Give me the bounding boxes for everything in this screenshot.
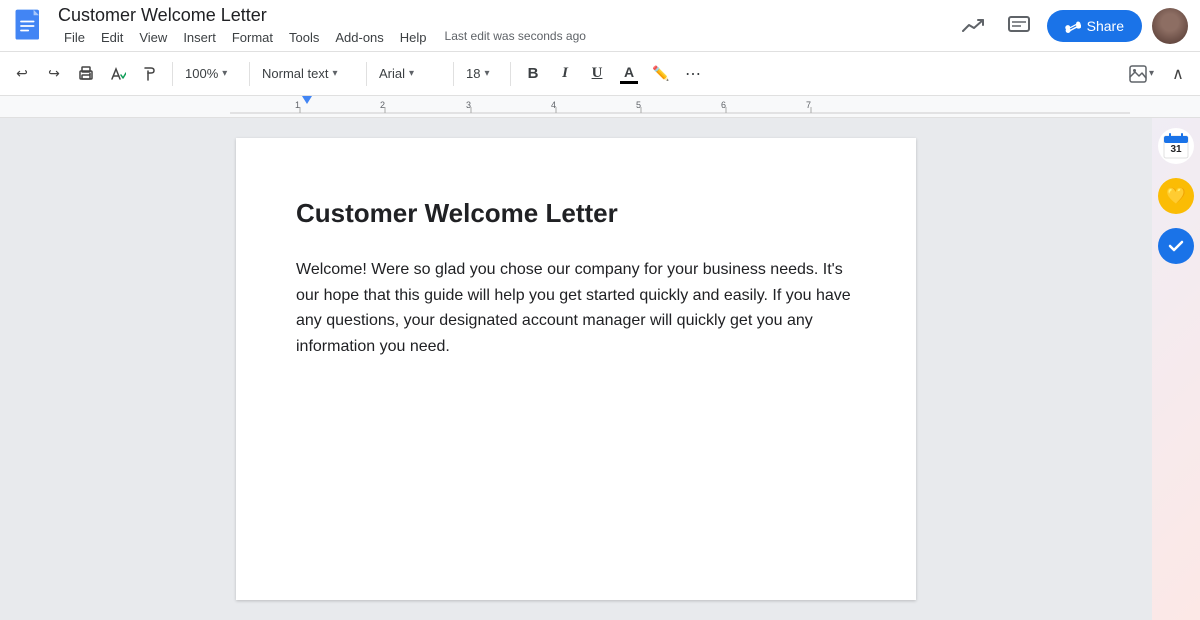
toolbar: ↩ ↪ 100% ▾ Normal text ▾: [0, 52, 1200, 96]
svg-text:31: 31: [1170, 144, 1182, 155]
menu-file[interactable]: File: [58, 28, 91, 47]
share-button[interactable]: Share: [1047, 10, 1142, 42]
menu-edit[interactable]: Edit: [95, 28, 129, 47]
avatar-image: [1152, 8, 1188, 44]
italic-button[interactable]: I: [551, 60, 579, 88]
highlight-label: ✏️: [652, 65, 669, 82]
doc-title[interactable]: Customer Welcome Letter: [58, 5, 945, 26]
page-area: Customer Welcome Letter Welcome! Were so…: [0, 118, 1152, 620]
main-area: Customer Welcome Letter Welcome! Were so…: [0, 118, 1200, 620]
share-label: Share: [1087, 18, 1124, 34]
svg-text:7: 7: [806, 100, 811, 110]
divider-2: [249, 62, 250, 86]
font-size-value: 18: [466, 66, 480, 81]
spellcheck-button[interactable]: [104, 60, 132, 88]
ruler-content: 1 2 3 4 5 6 7: [0, 96, 1200, 115]
toolbar-right: ▾ ∧: [1123, 60, 1192, 88]
comment-icon[interactable]: [1001, 8, 1037, 44]
ruler-svg: 1 2 3 4 5 6 7: [230, 96, 1130, 115]
title-info: Customer Welcome Letter File Edit View I…: [58, 5, 945, 47]
divider-1: [172, 62, 173, 86]
menu-format[interactable]: Format: [226, 28, 279, 47]
menu-help[interactable]: Help: [394, 28, 433, 47]
font-size-select[interactable]: 18 ▾: [462, 62, 502, 85]
divider-3: [366, 62, 367, 86]
calendar-icon[interactable]: 31: [1158, 128, 1194, 164]
zoom-select[interactable]: 100% ▾: [181, 62, 241, 85]
trend-icon[interactable]: [955, 8, 991, 44]
style-select[interactable]: Normal text ▾: [258, 62, 358, 85]
app-icon: [12, 8, 48, 44]
svg-text:2: 2: [380, 100, 385, 110]
font-chevron: ▾: [409, 68, 414, 79]
menu-insert[interactable]: Insert: [177, 28, 222, 47]
svg-text:4: 4: [551, 100, 556, 110]
font-select[interactable]: Arial ▾: [375, 62, 445, 85]
divider-5: [510, 62, 511, 86]
style-chevron: ▾: [332, 68, 337, 79]
svg-text:1: 1: [295, 100, 300, 110]
size-chevron: ▾: [484, 68, 489, 79]
more-options-button[interactable]: ⋯: [679, 60, 707, 88]
title-bar-right: Share: [955, 8, 1188, 44]
svg-text:6: 6: [721, 100, 726, 110]
image-options-button[interactable]: ▾: [1123, 61, 1160, 87]
document-body[interactable]: Welcome! Were so glad you chose our comp…: [296, 257, 856, 359]
tasks-icon[interactable]: [1158, 228, 1194, 264]
menu-tools[interactable]: Tools: [283, 28, 325, 47]
underline-button[interactable]: U: [583, 60, 611, 88]
title-bar: Customer Welcome Letter File Edit View I…: [0, 0, 1200, 52]
svg-text:5: 5: [636, 100, 641, 110]
ruler-triangle: [302, 96, 312, 104]
menu-addons[interactable]: Add-ons: [329, 28, 389, 47]
zoom-chevron: ▾: [222, 68, 227, 79]
menu-view[interactable]: View: [133, 28, 173, 47]
redo-button[interactable]: ↪: [40, 60, 68, 88]
undo-button[interactable]: ↩: [8, 60, 36, 88]
document-heading[interactable]: Customer Welcome Letter: [296, 198, 856, 229]
ruler: 1 2 3 4 5 6 7: [0, 96, 1200, 118]
font-color-button[interactable]: A: [615, 60, 643, 88]
keep-icon[interactable]: 💛: [1158, 178, 1194, 214]
font-color-bar: [620, 81, 638, 84]
bold-button[interactable]: B: [519, 60, 547, 88]
underline-u-label: U: [592, 65, 603, 82]
font-color-label: A: [624, 64, 634, 80]
menu-bar: File Edit View Insert Format Tools Add-o…: [58, 28, 945, 47]
document-page: Customer Welcome Letter Welcome! Were so…: [236, 138, 916, 600]
collapse-toolbar-button[interactable]: ∧: [1164, 60, 1192, 88]
right-sidebar: 31 💛: [1152, 118, 1200, 620]
zoom-value: 100%: [185, 66, 218, 81]
image-chevron: ▾: [1149, 68, 1154, 79]
paint-format-button[interactable]: [136, 60, 164, 88]
svg-text:3: 3: [466, 100, 471, 110]
last-edit-text: Last edit was seconds ago: [445, 29, 586, 47]
highlight-button[interactable]: ✏️: [647, 60, 675, 88]
font-value: Arial: [379, 66, 405, 81]
print-button[interactable]: [72, 60, 100, 88]
avatar[interactable]: [1152, 8, 1188, 44]
style-value: Normal text: [262, 66, 328, 81]
divider-4: [453, 62, 454, 86]
